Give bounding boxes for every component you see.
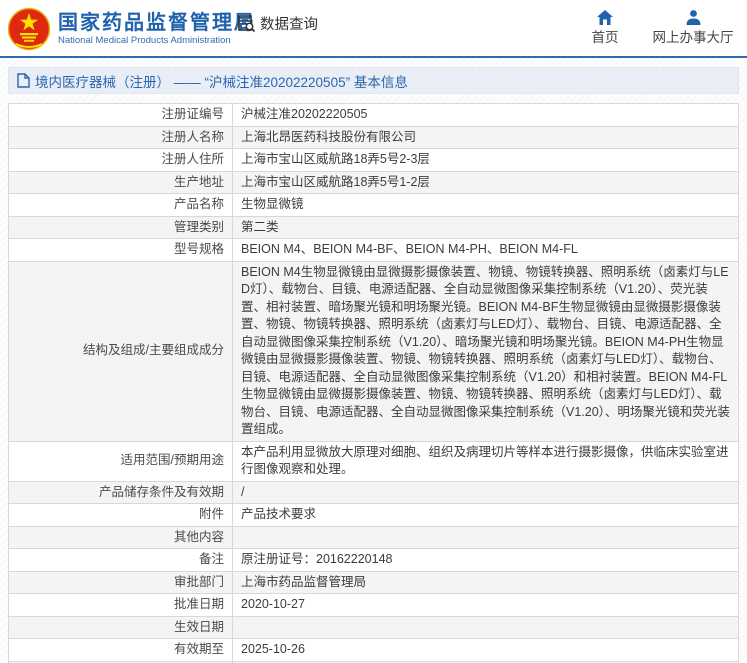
row-value: / [232,480,739,504]
row-label: 生效日期 [8,615,233,639]
row-label: 产品储存条件及有效期 [8,480,233,504]
row-label-text: 附件 [198,507,224,521]
agency-title: 国家药品监督管理局 National Medical Products Admi… [58,11,256,47]
page-body: 境内医疗器械（注册） —— “沪械注准20202220505” 基本信息 注册证… [0,58,747,663]
page-header: 国家药品监督管理局 National Medical Products Admi… [0,0,747,58]
row-label: 管理类别 [8,215,233,239]
row-value: BEION M4生物显微镜由显微摄影摄像装置、物镜、物镜转换器、照明系统（卤素灯… [232,260,739,442]
table-row: 批准日期 2020-10-27 [8,593,739,617]
row-label-text: 注册人名称 [161,129,224,144]
table-row: 注册证编号 沪械注准20202220505 [8,103,739,127]
document-icon [17,73,30,88]
row-label: 型号规格 [8,238,233,262]
row-value: 产品技术要求 [232,503,739,527]
nav-service-hall[interactable]: 网上办事大厅 [649,6,737,46]
table-row: 管理类别 第二类 [8,215,739,239]
document-search-icon [238,15,256,33]
row-label: 结构及组成/主要组成成分 [8,260,233,442]
breadcrumb: 境内医疗器械（注册） —— “沪械注准20202220505” 基本信息 [8,67,739,94]
row-value: 上海市药品监督管理局 [232,570,739,594]
table-row: 附件 产品技术要求 [8,503,739,527]
row-value: 本产品利用显微放大原理对细胞、组织及病理切片等样本进行摄影摄像，供临床实验室进行… [232,440,739,482]
breadcrumb-text: 境内医疗器械（注册） —— “沪械注准20202220505” 基本信息 [35,74,408,90]
row-label: 批准日期 [8,593,233,617]
nav-home-label: 首页 [591,30,619,45]
row-label: 附件 [8,503,233,527]
table-row: 备注 原注册证号：20162220148 [8,548,739,572]
home-icon [561,6,649,26]
row-label-text: 产品储存条件及有效期 [98,484,224,499]
table-row: 有效期至 2025-10-26 [8,638,739,662]
agency-brand: 国家药品监督管理局 National Medical Products Admi… [8,6,256,52]
table-row: 结构及组成/主要组成成分 BEION M4生物显微镜由显微摄影摄像装置、物镜、物… [8,260,739,442]
row-value: 上海北昂医药科技股份有限公司 [232,125,739,149]
row-label-text: 生产地址 [173,174,224,189]
table-row: 注册人名称 上海北昂医药科技股份有限公司 [8,125,739,149]
top-nav: 首页 网上办事大厅 [561,6,737,46]
table-row: 生产地址 上海市宝山区威航路18弄5号1-2层 [8,170,739,194]
row-value: 沪械注准20202220505 [232,103,739,127]
row-value: 原注册证号：20162220148 [232,548,739,572]
row-value: 2020-10-27 [232,593,739,617]
row-label: 产品名称 [8,193,233,217]
info-table-body: 注册证编号 沪械注准20202220505 注册人名称 上海北昂医药科技股份有限… [8,103,739,663]
row-label-text: 产品名称 [173,197,224,211]
row-label: 生产地址 [8,170,233,194]
agency-name-cn: 国家药品监督管理局 [58,12,256,34]
row-value: BEION M4、BEION M4-BF、BEION M4-PH、BEION M… [232,238,739,262]
table-row: 生效日期 [8,615,739,639]
table-row: 适用范围/预期用途 本产品利用显微放大原理对细胞、组织及病理切片等样本进行摄影摄… [8,440,739,482]
table-row: 审批部门 上海市药品监督管理局 [8,570,739,594]
row-value: 生物显微镜 [232,193,739,217]
row-label: 审批部门 [8,570,233,594]
row-label: 注册证编号 [8,103,233,127]
table-row: 产品名称 生物显微镜 [8,193,739,217]
row-value [232,525,739,549]
national-emblem-icon [8,7,50,51]
nav-service-hall-label: 网上办事大厅 [652,30,734,45]
row-label-text: 审批部门 [173,574,224,589]
nav-home[interactable]: 首页 [561,6,649,46]
row-label-text: 型号规格 [173,242,224,256]
row-label: 其他内容 [8,525,233,549]
table-row: 产品储存条件及有效期 / [8,480,739,504]
row-label: 适用范围/预期用途 [8,440,233,482]
row-value: 第二类 [232,215,739,239]
row-label-text: 注册证编号 [161,107,224,121]
row-label: 注册人住所 [8,148,233,172]
info-table: 注册证编号 沪械注准20202220505 注册人名称 上海北昂医药科技股份有限… [8,103,739,663]
row-label-text: 批准日期 [173,597,224,611]
row-label: 注册人名称 [8,125,233,149]
row-label-text: 备注 [198,552,224,566]
row-label: 有效期至 [8,638,233,662]
row-label-text: 适用范围/预期用途 [120,453,224,468]
row-value: 2025-10-26 [232,638,739,662]
row-label-text: 结构及组成/主要组成成分 [83,343,224,358]
row-label-text: 有效期至 [173,642,224,656]
row-label-text: 注册人住所 [161,152,224,166]
table-row: 型号规格 BEION M4、BEION M4-BF、BEION M4-PH、BE… [8,238,739,262]
data-query-button[interactable]: 数据查询 [237,13,318,34]
agency-name-en: National Medical Products Administration [58,35,231,46]
row-label-text: 管理类别 [173,219,224,234]
row-value: 上海市宝山区威航路18弄5号1-2层 [232,170,739,194]
row-value [232,615,739,639]
person-icon [649,6,737,26]
row-label-text: 其他内容 [173,529,224,544]
row-label-text: 生效日期 [173,619,224,634]
data-query-label: 数据查询 [260,17,318,33]
row-label: 备注 [8,548,233,572]
table-row: 注册人住所 上海市宝山区威航路18弄5号2-3层 [8,148,739,172]
table-row: 其他内容 [8,525,739,549]
row-value: 上海市宝山区威航路18弄5号2-3层 [232,148,739,172]
